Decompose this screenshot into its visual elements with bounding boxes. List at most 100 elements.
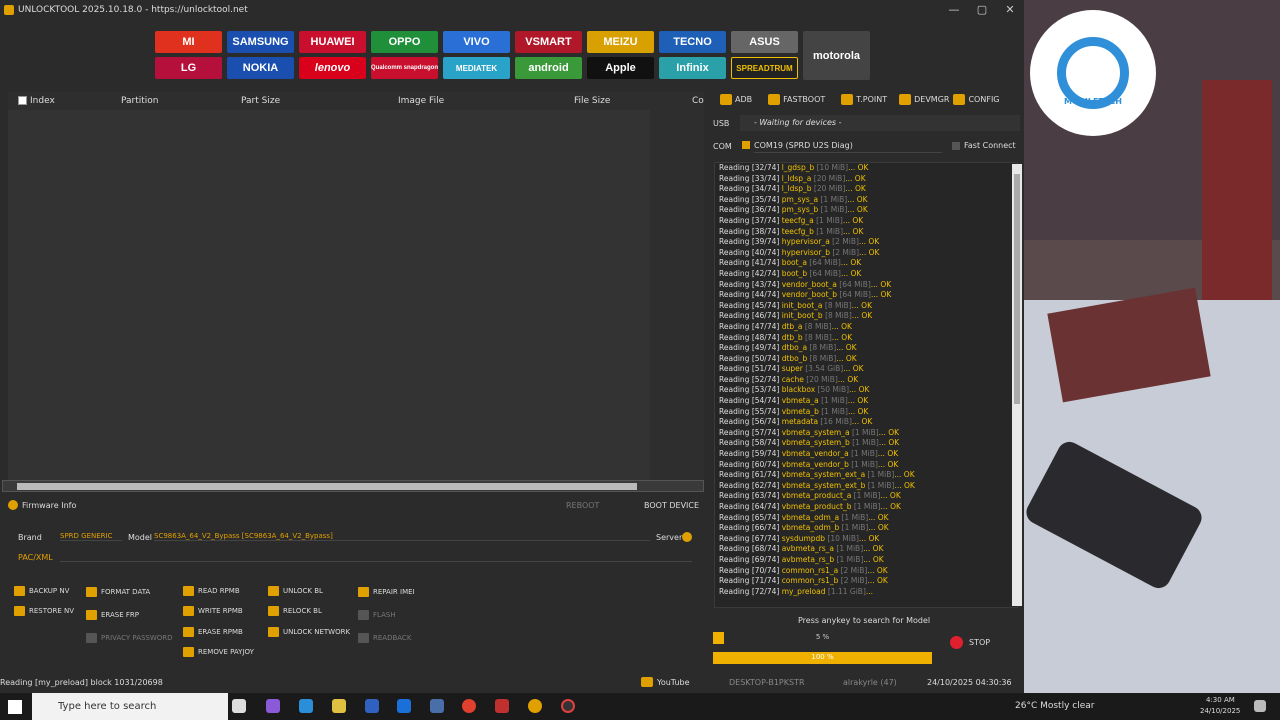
brand-vsmart[interactable]: VSMART <box>515 31 582 53</box>
chrome-icon[interactable] <box>462 699 476 713</box>
repair-imei-button[interactable]: REPAIR IMEI <box>358 587 415 597</box>
brand-tecno[interactable]: TECNO <box>659 31 726 53</box>
reboot-button[interactable]: REBOOT <box>566 501 599 510</box>
brand-meizu[interactable]: MEIZU <box>587 31 654 53</box>
log-segment: [64 MiB] <box>806 258 841 268</box>
brand-samsung[interactable]: SAMSUNG <box>227 31 294 53</box>
brand-asus[interactable]: ASUS <box>731 31 798 53</box>
app3-icon[interactable] <box>561 699 575 713</box>
grid-body[interactable] <box>8 110 650 482</box>
erase-frp-button[interactable]: ERASE FRP <box>86 610 139 620</box>
notification-icon[interactable] <box>1254 700 1266 712</box>
unlock-network-button[interactable]: UNLOCK NETWORK <box>268 627 350 637</box>
brand-motorola[interactable]: motorola <box>803 31 870 80</box>
log-line: Reading [42/74] boot_b [64 MiB]... OK <box>715 269 1017 280</box>
unlock-bl-button[interactable]: UNLOCK BL <box>268 586 323 596</box>
brand-infinix[interactable]: Infinix <box>659 57 726 79</box>
brand-select[interactable]: SPRD GENERIC <box>60 532 122 541</box>
log-line: Reading [43/74] vendor_boot_a [64 MiB]..… <box>715 280 1017 291</box>
edge-icon[interactable] <box>299 699 313 713</box>
horizontal-scrollbar[interactable] <box>2 480 704 492</box>
unlocktool-taskbar-icon[interactable] <box>528 699 542 713</box>
format-data-button[interactable]: FORMAT DATA <box>86 587 150 597</box>
outlook-icon[interactable] <box>397 699 411 713</box>
brand-lg[interactable]: LG <box>155 57 222 79</box>
col-image-file[interactable]: Image File <box>398 96 444 106</box>
scroll-thumb[interactable] <box>17 483 637 490</box>
brand-nokia[interactable]: NOKIA <box>227 57 294 79</box>
log-segment: vbmeta_vendor_b <box>781 459 849 469</box>
usb-select[interactable]: - Waiting for devices - <box>740 115 1020 131</box>
log-segment: [1 MiB] <box>813 226 843 236</box>
brand-vivo[interactable]: VIVO <box>443 31 510 53</box>
log-segment: [1 MiB] <box>839 512 869 522</box>
brand-mediatek[interactable]: MEDIATEK <box>443 57 510 79</box>
brand-spreadtrum[interactable]: SPREADTRUM <box>731 57 798 79</box>
tab-fastboot[interactable]: FASTBOOT <box>768 93 825 105</box>
tab-devmgr[interactable]: DEVMGR <box>899 93 949 105</box>
relock-bl-button[interactable]: RELOCK BL <box>268 606 322 616</box>
col-co[interactable]: Co <box>692 96 704 106</box>
log-segment: [1 MiB] <box>851 491 881 501</box>
explorer-icon[interactable] <box>332 699 346 713</box>
restore-nv-button[interactable]: RESTORE NV <box>14 606 74 616</box>
read-rpmb-button[interactable]: READ RPMB <box>183 586 240 596</box>
col-partition[interactable]: Partition <box>121 96 159 106</box>
erase-rpmb-button[interactable]: ERASE RPMB <box>183 627 243 637</box>
col-file-size[interactable]: File Size <box>574 96 610 106</box>
tab-adb[interactable]: ADB <box>720 93 752 105</box>
minimize-button[interactable]: — <box>940 0 968 20</box>
brand-qualcomm[interactable]: Qualcomm snapdragon <box>371 57 438 79</box>
store-icon[interactable] <box>365 699 379 713</box>
app2-icon[interactable] <box>495 699 509 713</box>
brand-lenovo[interactable]: lenovo <box>299 57 366 79</box>
youtube-link[interactable]: YouTube <box>657 678 690 687</box>
start-button[interactable] <box>8 700 22 714</box>
brand-android[interactable]: android <box>515 57 582 79</box>
fast-connect-checkbox[interactable] <box>952 142 960 150</box>
model-select[interactable]: SC9863A_64_V2_Bypass [SC9863A_64_V2_Bypa… <box>154 532 650 541</box>
brand-oppo[interactable]: OPPO <box>371 31 438 53</box>
log-segment: ... OK <box>845 173 866 183</box>
tab-tpoint[interactable]: T.POINT <box>841 93 887 105</box>
log-line: Reading [40/74] hypervisor_b [2 MiB]... … <box>715 248 1017 259</box>
log-line: Reading [50/74] dtbo_b [8 MiB]... OK <box>715 354 1017 365</box>
write-rpmb-button[interactable]: WRITE RPMB <box>183 606 243 616</box>
pac-input[interactable] <box>60 552 692 562</box>
unlocktool-window: UNLOCKTOOL 2025.10.18.0 - https://unlock… <box>0 0 1024 693</box>
privacy-password-button[interactable]: PRIVACY PASSWORD <box>86 633 173 643</box>
brand-apple[interactable]: Apple <box>587 57 654 79</box>
app-icon[interactable] <box>430 699 444 713</box>
weather-text[interactable]: 26°C Mostly clear <box>1015 701 1094 711</box>
log-segment: Reading [52/74] <box>719 374 782 384</box>
clock-time[interactable]: 4:30 AM <box>1206 696 1235 704</box>
tab-config[interactable]: CONFIG <box>953 93 1000 105</box>
com-select[interactable]: COM19 (SPRD U2S Diag) <box>754 138 942 153</box>
remove-payjoy-button[interactable]: REMOVE PAYJOY <box>183 647 254 657</box>
log-segment: vbmeta_vendor_a <box>781 449 849 459</box>
col-part-size[interactable]: Part Size <box>241 96 280 106</box>
log-line: Reading [66/74] vbmeta_odm_b [1 MiB]... … <box>715 523 1017 534</box>
boot-device-button[interactable]: BOOT DEVICE <box>644 501 699 510</box>
maximize-button[interactable]: ▢ <box>968 0 996 20</box>
readback-button[interactable]: READBACK <box>358 633 411 643</box>
clock-date[interactable]: 24/10/2025 <box>1200 707 1240 715</box>
log-scroll-thumb[interactable] <box>1014 174 1020 404</box>
stop-button[interactable]: STOP <box>950 636 990 649</box>
log-segment: sysdumpdb <box>781 533 826 543</box>
firmware-info-label[interactable]: Firmware Info <box>22 501 76 510</box>
col-index[interactable]: Index <box>30 96 55 106</box>
task-view-icon[interactable] <box>232 699 246 713</box>
taskbar-search[interactable]: Type here to search <box>32 693 228 720</box>
copilot-icon[interactable] <box>266 699 280 713</box>
firmware-info-icon <box>8 500 18 510</box>
close-button[interactable]: ✕ <box>996 0 1024 20</box>
brand-huawei[interactable]: HUAWEI <box>299 31 366 53</box>
flash-button[interactable]: FLASH <box>358 610 396 620</box>
devmgr-icon <box>899 93 912 105</box>
log-segment: Reading [72/74] <box>719 586 782 596</box>
log-scrollbar[interactable] <box>1012 164 1022 606</box>
brand-mi[interactable]: MI <box>155 31 222 53</box>
select-all-checkbox[interactable] <box>18 96 27 105</box>
backup-nv-button[interactable]: BACKUP NV <box>14 586 69 596</box>
